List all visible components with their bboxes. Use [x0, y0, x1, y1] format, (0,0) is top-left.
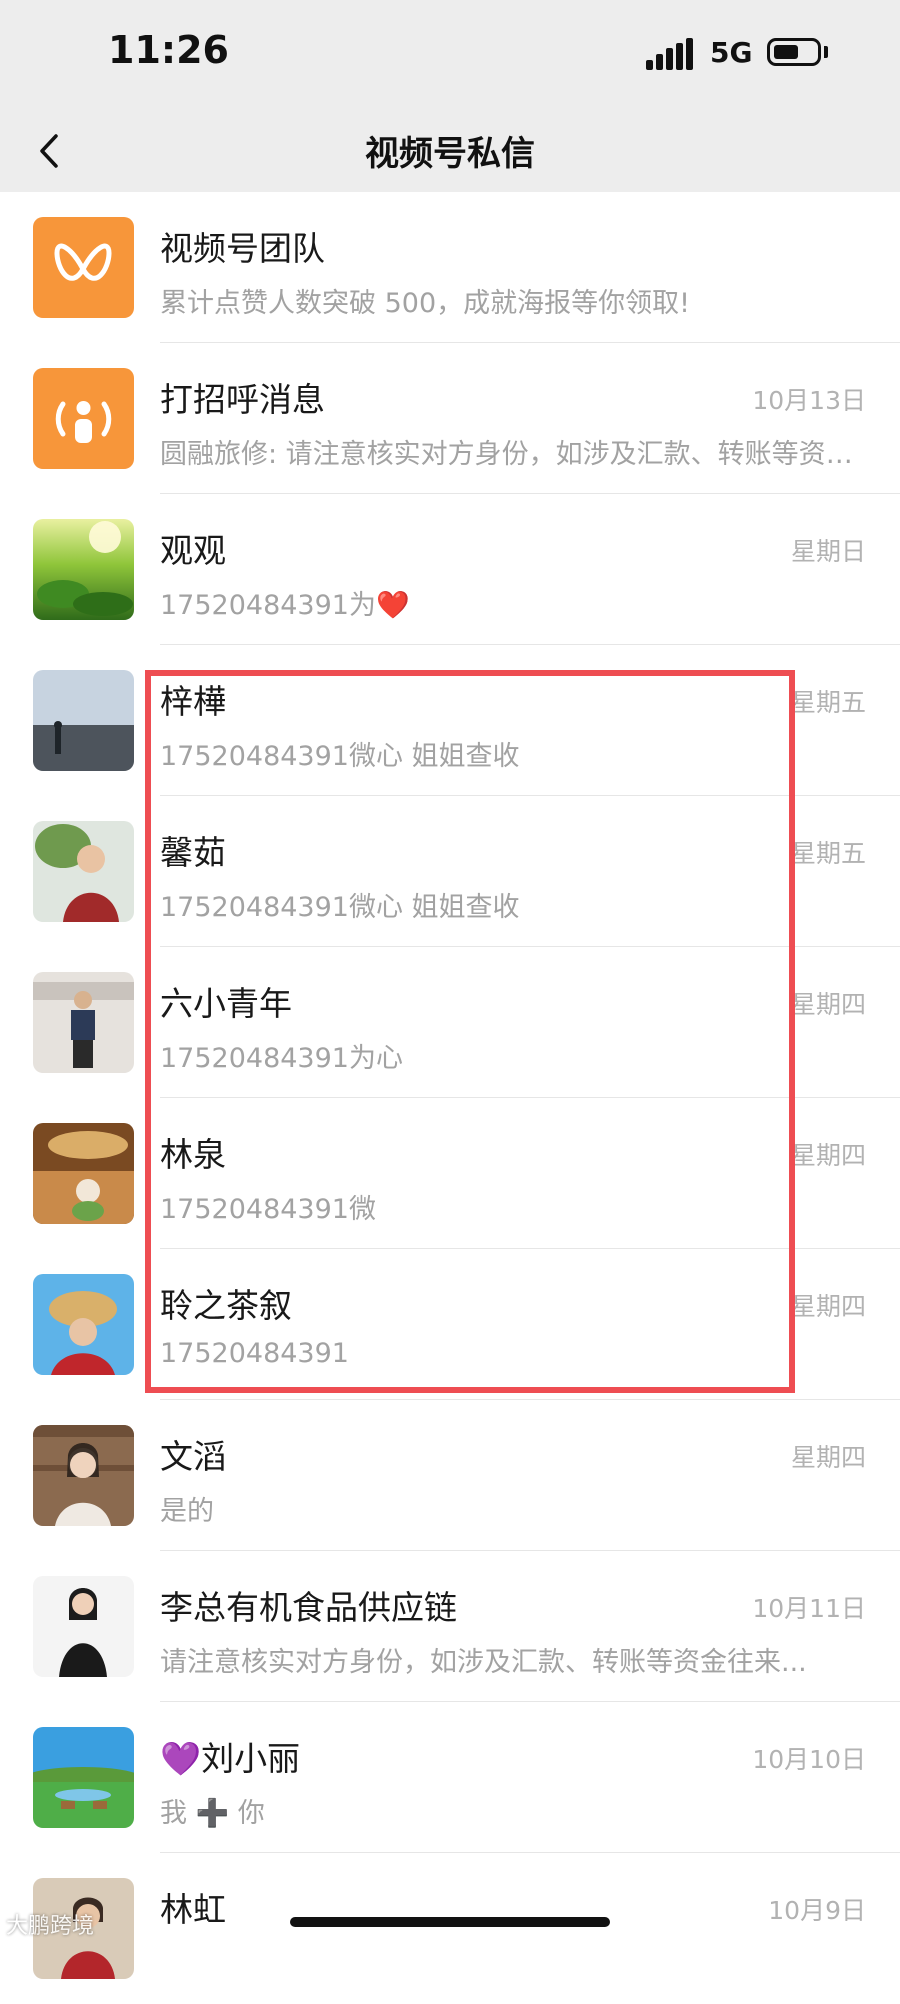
conversation-row[interactable]: 视频号团队 累计点赞人数突破 500，成就海报等你领取! [0, 192, 900, 343]
status-bar: 11:26 5G [0, 0, 900, 110]
conversation-preview: 请注意核实对方身份，如涉及汇款、转账等资金往来... [160, 1647, 807, 1678]
watermark: 大鹏跨境 [6, 1914, 95, 1939]
nav-bar: 视频号私信 [0, 110, 900, 192]
figurine-photo [33, 1123, 134, 1224]
channels-team-logo [33, 217, 134, 318]
greeting-broadcast-icon [33, 368, 134, 469]
conversation-preview: 我 ➕ 你 [160, 1798, 265, 1829]
conversation-name: 视频号团队 [160, 229, 325, 268]
conversation-time: 10月10日 [752, 1745, 866, 1774]
conversation-time: 10月11日 [752, 1594, 866, 1623]
conversation-preview: 圆融旅修: 请注意核实对方身份，如涉及汇款、转账等资金往来... [160, 439, 860, 470]
conversation-name: 打招呼消息 [160, 380, 325, 419]
conversation-time: 星期四 [790, 1443, 866, 1472]
woman-portrait-photo [33, 821, 134, 922]
home-indicator [290, 1917, 610, 1927]
conversation-preview: 累计点赞人数突破 500，成就海报等你领取! [160, 288, 690, 319]
beach-photo [33, 670, 134, 771]
status-time: 11:26 [108, 28, 229, 72]
conversation-name: 林虹 [160, 1890, 226, 1929]
conversation-row[interactable]: 林虹 10月9日 [0, 1853, 900, 2004]
conversation-time: 10月13日 [752, 386, 866, 415]
conversation-time: 星期五 [790, 839, 866, 868]
conversation-preview: 17520484391为❤️ [160, 590, 410, 621]
battery-tip [824, 46, 828, 58]
conversation-time: 星期五 [790, 688, 866, 717]
page-title: 视频号私信 [365, 134, 535, 174]
conversation-name: 文滔 [160, 1437, 226, 1476]
man-standing-photo [33, 972, 134, 1073]
conversation-row[interactable]: 打招呼消息 圆融旅修: 请注意核实对方身份，如涉及汇款、转账等资金往来... 1… [0, 343, 900, 494]
conversation-preview: 是的 [160, 1496, 214, 1527]
conversation-row[interactable]: 文滔 是的 星期四 [0, 1400, 900, 1551]
conversation-name: 观观 [160, 531, 226, 570]
tea-field-photo [33, 519, 134, 620]
conversation-row[interactable]: 观观 17520484391为❤️ 星期日 [0, 494, 900, 645]
conversation-row[interactable]: 💜刘小丽 我 ➕ 你 10月10日 [0, 1702, 900, 1853]
signal-icon [646, 38, 696, 70]
deer-landscape-photo [33, 1727, 134, 1828]
conversation-name: 李总有机食品供应链 [160, 1588, 457, 1627]
conversation-time: 星期四 [790, 1292, 866, 1321]
battery-icon [767, 38, 821, 66]
conversation-time: 星期四 [790, 1141, 866, 1170]
conversation-row[interactable]: 李总有机食品供应链 请注意核实对方身份，如涉及汇款、转账等资金往来... 10月… [0, 1551, 900, 1702]
bookshelf-woman-photo [33, 1425, 134, 1526]
conversation-time: 10月9日 [768, 1896, 866, 1925]
conversation-time: 星期四 [790, 990, 866, 1019]
woman-straw-hat-photo [33, 1274, 134, 1375]
network-type: 5G [710, 36, 753, 69]
conversation-name: 💜刘小丽 [160, 1739, 301, 1778]
businesswoman-photo [33, 1576, 134, 1677]
conversation-time: 星期日 [790, 537, 866, 566]
highlight-box [145, 670, 795, 1393]
